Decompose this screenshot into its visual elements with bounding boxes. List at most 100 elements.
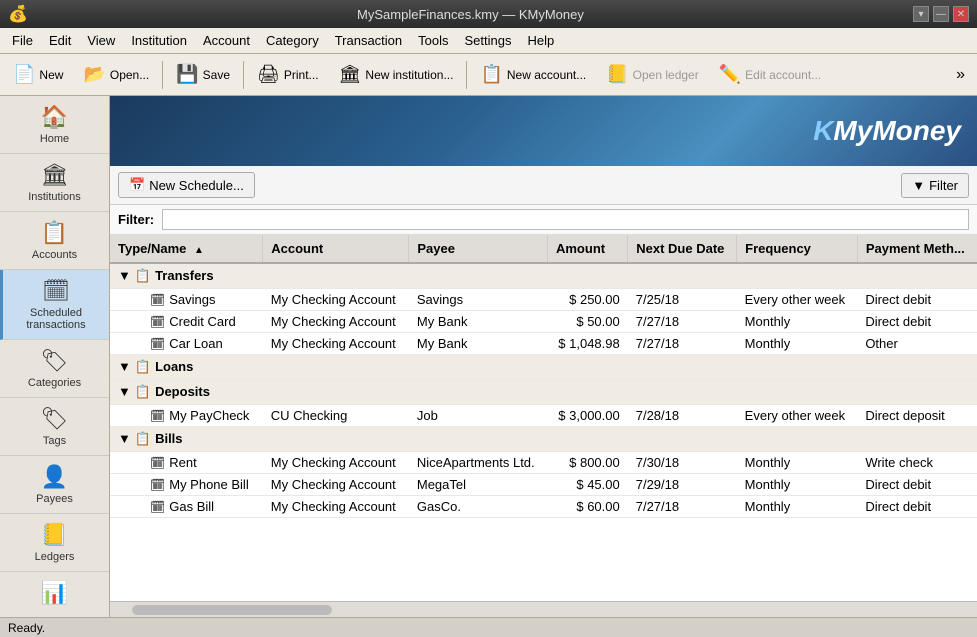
col-payment[interactable]: Payment Meth... — [857, 235, 977, 263]
table-row[interactable]: 🗓SavingsMy Checking AccountSavings$ 250.… — [110, 289, 977, 311]
col-amount[interactable]: Amount — [547, 235, 627, 263]
filter-icon: ▼ — [912, 178, 925, 193]
cell-name: 🗓Credit Card — [110, 311, 263, 333]
menubar-item-settings[interactable]: Settings — [457, 31, 520, 50]
menubar-item-category[interactable]: Category — [258, 31, 327, 50]
cell-name: 🗓Car Loan — [110, 333, 263, 355]
menubar-item-view[interactable]: View — [79, 31, 123, 50]
sidebar-label: Home — [40, 133, 69, 145]
group-collapse-icon[interactable]: ▼ — [118, 268, 131, 283]
sidebar-item-categories[interactable]: 🏷Categories — [0, 340, 109, 398]
sidebar-icon: 📊 — [41, 580, 68, 606]
filter-row-label: Filter: — [118, 212, 154, 227]
table-container[interactable]: Type/Name ▲ Account Payee Amount Next Du… — [110, 235, 977, 601]
col-duedate[interactable]: Next Due Date — [628, 235, 737, 263]
new-schedule-button[interactable]: 📅 New Schedule... — [118, 172, 255, 198]
menubar-item-edit[interactable]: Edit — [41, 31, 79, 50]
cell-frequency: Every other week — [737, 289, 858, 311]
table-row[interactable]: 🗓My Phone BillMy Checking AccountMegaTel… — [110, 474, 977, 496]
menubar-item-transaction[interactable]: Transaction — [327, 31, 410, 50]
toolbar-btn-new[interactable]: 📄New — [4, 59, 72, 90]
cell-name: 🗓My PayCheck — [110, 405, 263, 427]
horizontal-scrollbar[interactable] — [110, 601, 977, 617]
col-frequency[interactable]: Frequency — [737, 235, 858, 263]
sidebar-item-home[interactable]: 🏠Home — [0, 96, 109, 154]
cell-duedate: 7/29/18 — [628, 474, 737, 496]
filter-button[interactable]: ▼ Filter — [901, 173, 969, 198]
group-header-row[interactable]: ▼📋Transfers — [110, 263, 977, 289]
app-icon: 💰 — [8, 4, 28, 24]
sidebar-label: Tags — [43, 435, 66, 447]
menubar-item-tools[interactable]: Tools — [410, 31, 456, 50]
cell-payee: My Bank — [409, 311, 548, 333]
toolbar-btn-label: New account... — [507, 68, 586, 82]
filter-input[interactable] — [162, 209, 969, 230]
col-typename[interactable]: Type/Name ▲ — [110, 235, 263, 263]
toolbar-icon: 📒 — [606, 64, 628, 85]
menubar-item-file[interactable]: File — [4, 31, 41, 50]
col-payee[interactable]: Payee — [409, 235, 548, 263]
titlebar-title: MySampleFinances.kmy — KMyMoney — [28, 7, 913, 22]
sidebar-item-institutions[interactable]: 🏛Institutions — [0, 154, 109, 212]
cell-account: CU Checking — [263, 405, 409, 427]
sched-row-icon: 🗓 — [150, 478, 165, 492]
statusbar: Ready. — [0, 617, 977, 637]
cell-frequency: Monthly — [737, 333, 858, 355]
cell-frequency: Every other week — [737, 405, 858, 427]
group-header-row[interactable]: ▼📋Loans — [110, 355, 977, 380]
menubar-item-help[interactable]: Help — [519, 31, 562, 50]
toolbar-separator — [162, 61, 163, 89]
minimize-button[interactable]: ▾ — [913, 6, 929, 22]
toolbar-btn-save[interactable]: 💾Save — [167, 59, 239, 90]
toolbar-btn-print---[interactable]: 🖨Print... — [248, 59, 328, 90]
sidebar-icon: 🏷 — [41, 348, 69, 374]
cell-name: 🗓My Phone Bill — [110, 474, 263, 496]
table-row[interactable]: 🗓My PayCheckCU CheckingJob$ 3,000.007/28… — [110, 405, 977, 427]
sidebar-item-payees[interactable]: 👤Payees — [0, 456, 109, 514]
sidebar-icon: 🏷 — [41, 406, 69, 432]
status-text: Ready. — [8, 621, 45, 635]
sidebar: 🏠Home🏛Institutions📋Accounts🗓Scheduled tr… — [0, 96, 110, 617]
cell-payee: NiceApartments Ltd. — [409, 452, 548, 474]
scrollbar-thumb[interactable] — [132, 605, 332, 615]
table-row[interactable]: 🗓Car LoanMy Checking AccountMy Bank$ 1,0… — [110, 333, 977, 355]
cell-name: 🗓Gas Bill — [110, 496, 263, 518]
cell-payment: Direct debit — [857, 289, 977, 311]
toolbar-separator — [466, 61, 467, 89]
sidebar-item-tags[interactable]: 🏷 Tags — [0, 398, 109, 456]
table-row[interactable]: 🗓Credit CardMy Checking AccountMy Bank$ … — [110, 311, 977, 333]
sidebar-label: Scheduled transactions — [26, 307, 85, 331]
col-account[interactable]: Account — [263, 235, 409, 263]
sidebar-icon: 📒 — [41, 522, 68, 548]
cell-payee: GasCo. — [409, 496, 548, 518]
group-name: Deposits — [155, 384, 210, 399]
table-row[interactable]: 🗓RentMy Checking AccountNiceApartments L… — [110, 452, 977, 474]
menubar-item-account[interactable]: Account — [195, 31, 258, 50]
titlebar-controls[interactable]: ▾ — ✕ — [913, 6, 969, 22]
toolbar-btn-open---[interactable]: 📂Open... — [74, 59, 158, 90]
close-button[interactable]: ✕ — [953, 6, 969, 22]
group-type-icon: 📋 — [135, 384, 151, 399]
group-header-row[interactable]: ▼ 📋 Deposits — [110, 380, 977, 405]
cell-frequency: Monthly — [737, 452, 858, 474]
logo-k: K — [813, 115, 833, 146]
group-collapse-icon[interactable]: ▼ — [118, 359, 131, 374]
toolbar-btn-edit-account---: ✏️Edit account... — [710, 59, 830, 90]
new-schedule-label: New Schedule... — [149, 178, 244, 193]
toolbar-btn-new-account---[interactable]: 📋New account... — [471, 59, 595, 90]
menubar-item-institution[interactable]: Institution — [123, 31, 195, 50]
table-row[interactable]: 🗓Gas BillMy Checking AccountGasCo.$ 60.0… — [110, 496, 977, 518]
sidebar-item-accounts[interactable]: 📋Accounts — [0, 212, 109, 270]
maximize-button[interactable]: — — [933, 6, 949, 22]
group-collapse-icon[interactable]: ▼ — [118, 384, 131, 399]
sidebar-item-[interactable]: 📊 — [0, 572, 109, 617]
group-collapse-icon[interactable]: ▼ — [118, 431, 131, 446]
table-header: Type/Name ▲ Account Payee Amount Next Du… — [110, 235, 977, 263]
sidebar-item-ledgers[interactable]: 📒 Ledgers — [0, 514, 109, 572]
toolbar-btn-new-institution---[interactable]: 🏛New institution... — [330, 59, 463, 90]
toolbar-overflow-button[interactable]: » — [948, 62, 973, 88]
sched-row-icon: 🗓 — [150, 337, 165, 351]
group-header-row[interactable]: ▼📋Bills — [110, 427, 977, 452]
sidebar-item-scheduled-transactions[interactable]: 🗓Scheduled transactions — [0, 270, 109, 340]
sidebar-label: Ledgers — [35, 551, 75, 563]
